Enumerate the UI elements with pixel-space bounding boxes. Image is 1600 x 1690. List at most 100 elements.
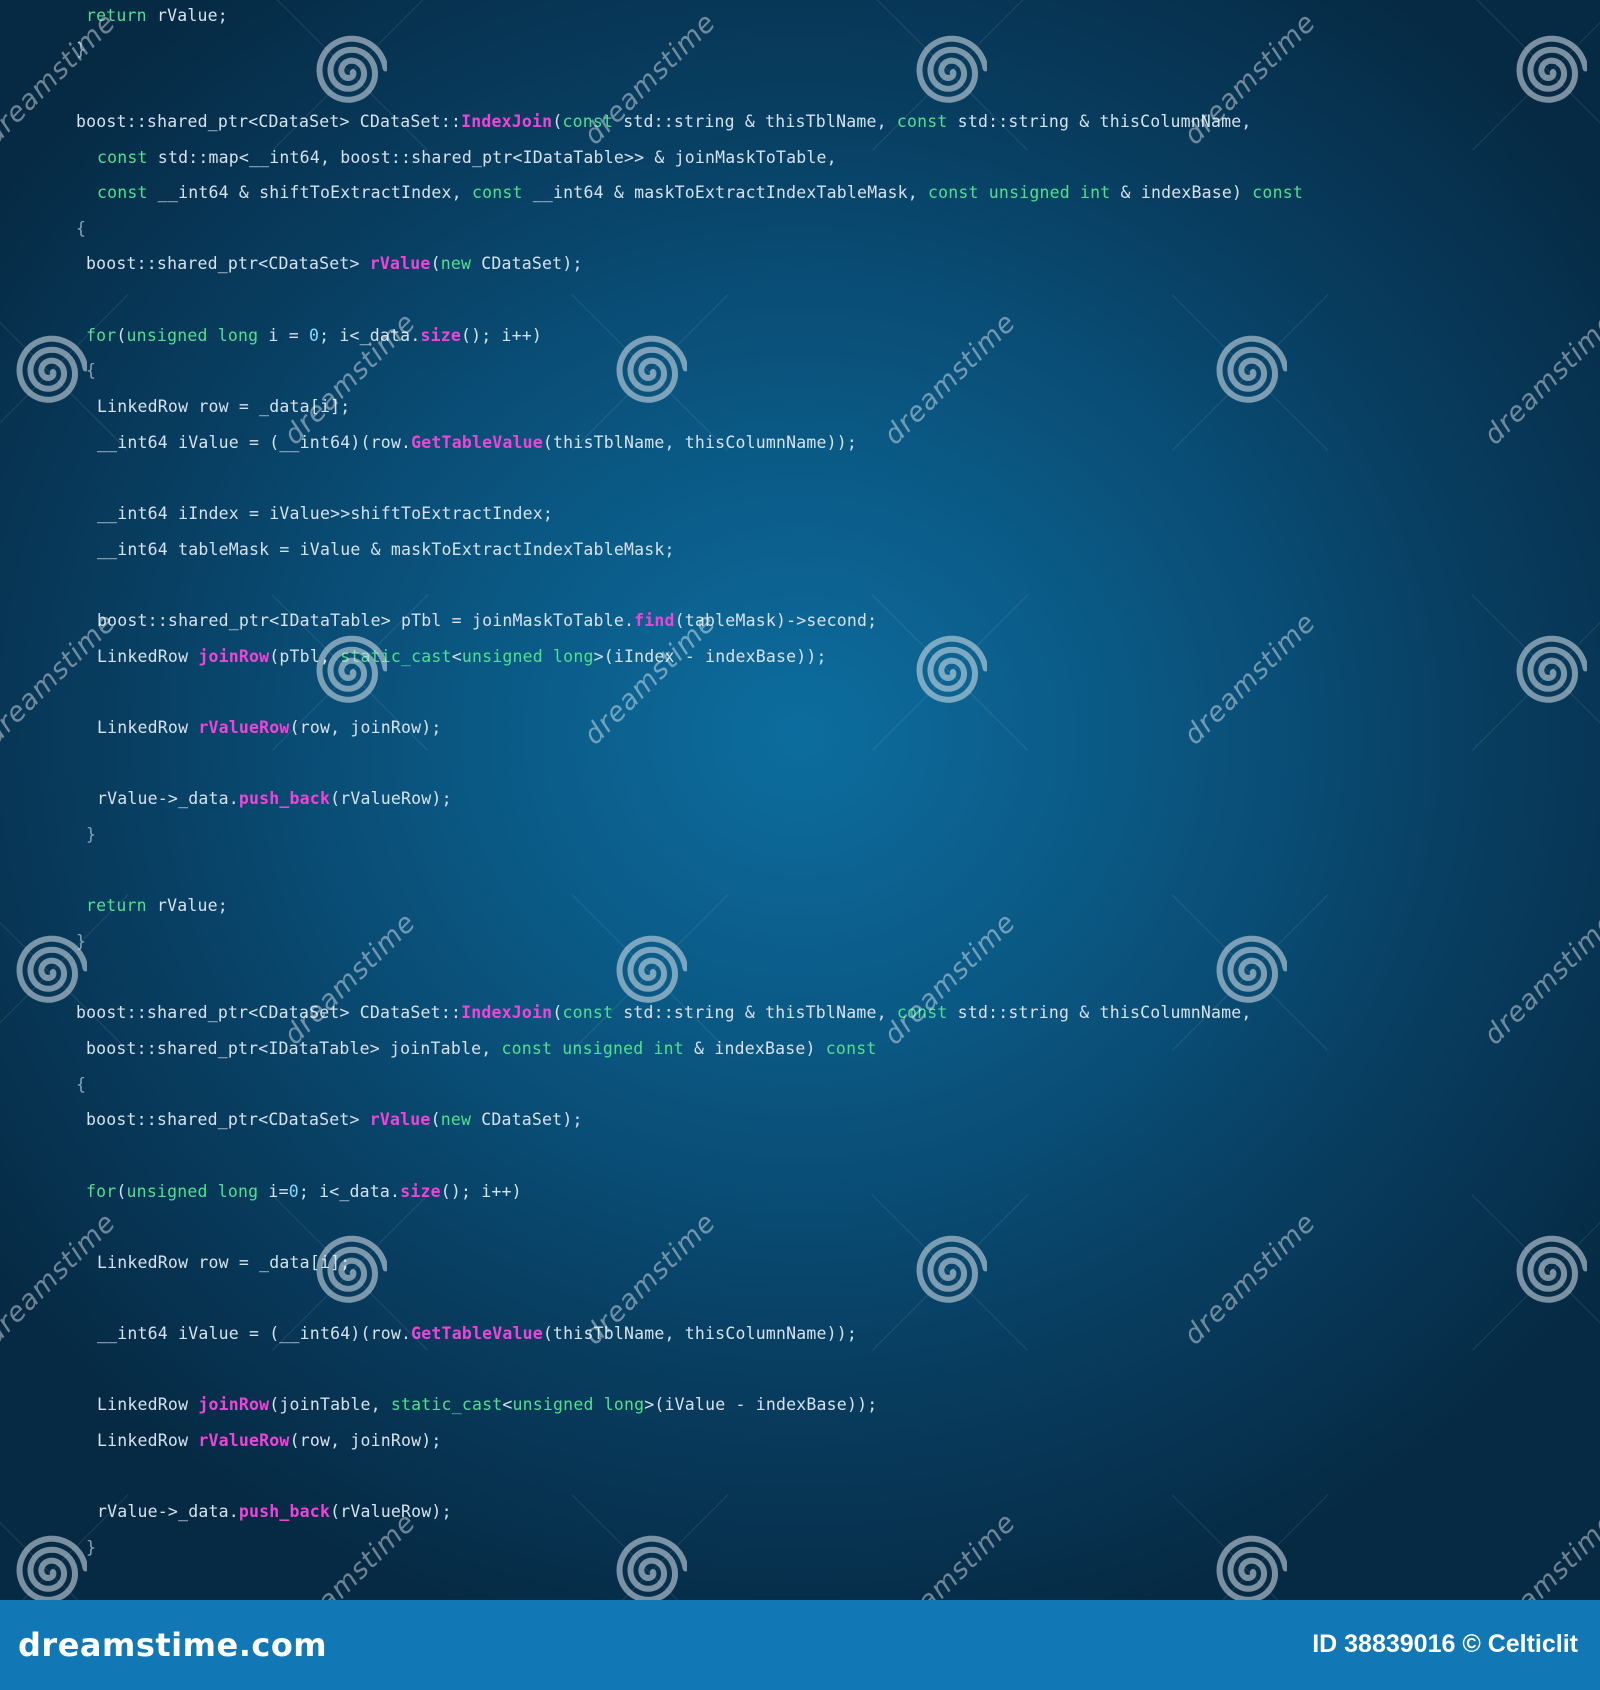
code-token: static_cast [340,647,452,666]
code-token: < [502,1395,513,1414]
code-line: return rValue; [86,896,228,916]
code-token: const [896,1003,948,1022]
code-line: boost::shared_ptr<IDataTable> joinTable,… [86,1039,876,1059]
code-token: } [76,932,87,951]
code-token: joinRow [198,1395,270,1414]
code-token: size [400,1182,441,1201]
code-token: const [471,183,523,202]
code-token: { [76,1075,87,1094]
code-token: LinkedRow [97,1431,199,1450]
code-token: std::string & thisColumnName, [947,1003,1252,1022]
code-token: (rValueRow); [330,789,452,808]
code-token: const [97,183,148,202]
code-token: const [562,1003,614,1022]
code-token: const unsigned int [501,1039,684,1058]
code-token: rValue->_data. [97,789,239,808]
code-line: boost::shared_ptr<IDataTable> pTbl = joi… [97,611,877,631]
code-token: CDataSet); [471,254,583,273]
footer-credit: ID 38839016 © Celticlit [1312,1630,1578,1658]
code-token: CDataSet); [471,1110,583,1129]
code-token: ( [552,1003,563,1022]
code-line: __int64 iIndex = iValue>>shiftToExtractI… [97,504,553,524]
code-token: LinkedRow [97,718,199,737]
code-token: LinkedRow [97,1395,199,1414]
code-token: LinkedRow row = _data[i]; [97,1253,351,1272]
code-token: new [440,1110,472,1129]
code-token: boost::shared_ptr<CDataSet> [86,1110,370,1129]
code-token: (joinTable, [269,1395,391,1414]
code-token: (pTbl, [269,647,341,666]
code-token: IndexJoin [461,112,553,131]
code-token: (thisTblName, thisColumnName)); [542,433,858,452]
code-token: __int64 iIndex = iValue>>shiftToExtractI… [97,504,554,523]
code-token: 0 [288,1182,299,1201]
code-line: __int64 iValue = (__int64)(row.GetTableV… [97,433,857,453]
code-token: i= [258,1182,289,1201]
code-token: __int64 & shiftToExtractIndex, [147,183,472,202]
code-token: ( [430,1110,441,1129]
code-token: & indexBase) [1110,183,1253,202]
code-token: __int64 iValue = (__int64)(row. [97,433,412,452]
code-token: ; i<_data. [319,326,421,345]
code-line: rValue->_data.push_back(rValueRow); [97,1502,452,1522]
code-token: boost::shared_ptr<CDataSet> [86,254,370,273]
code-token: >(iValue - indexBase)); [644,1395,878,1414]
code-token: ; i<_data. [298,1182,401,1201]
code-token: __int64 iValue = (__int64)(row. [97,1324,412,1343]
code-token: for [86,1182,117,1201]
code-token: push_back [238,789,331,808]
code-token: (thisTblName, thisColumnName)); [542,1324,858,1343]
code-line: for(unsigned long i = 0; i<_data.size();… [86,326,542,346]
code-background: return rValue;}boost::shared_ptr<CDataSe… [0,0,1600,1600]
code-token: rValue; [146,896,228,915]
code-token: (); i++) [461,326,543,345]
code-token: __int64 & maskToExtractIndexTableMask, [522,183,928,202]
code-token: unsigned long [126,326,259,345]
code-token: boost::shared_ptr<IDataTable> pTbl = joi… [97,611,635,630]
code-token: return [86,896,147,915]
code-token: } [76,40,87,59]
code-token: >(iIndex - indexBase)); [593,647,827,666]
code-token: rValue [369,254,431,273]
code-token: LinkedRow [97,647,199,666]
code-token: (row, joinRow); [289,718,442,737]
code-line: LinkedRow row = _data[i]; [97,397,350,417]
code-token: rValue->_data. [97,1502,239,1521]
code-line: __int64 iValue = (__int64)(row.GetTableV… [97,1324,857,1344]
code-token: } [86,1538,97,1557]
code-listing: return rValue;}boost::shared_ptr<CDataSe… [0,0,1600,1600]
code-token: size [420,326,461,345]
code-token: std::map<__int64, boost::shared_ptr<IDat… [147,148,837,167]
code-token: < [451,647,462,666]
code-token: std::string & thisTblName, [613,1003,897,1022]
code-token: unsigned long [461,647,594,666]
code-token: GetTableValue [411,1324,543,1343]
code-token: ( [552,112,563,131]
code-token: const [97,148,148,167]
code-token: (rValueRow); [330,1502,452,1521]
code-token: { [86,361,97,380]
code-token: 0 [308,326,320,345]
code-token: ( [116,326,127,345]
code-line: boost::shared_ptr<CDataSet> CDataSet::In… [76,1003,1252,1023]
code-line: LinkedRow joinRow(joinTable, static_cast… [97,1395,877,1415]
code-token: boost::shared_ptr<IDataTable> joinTable, [86,1039,502,1058]
code-token: (row, joinRow); [289,1431,442,1450]
code-line: { [86,361,96,381]
code-token: (tableMask)->second; [674,611,878,630]
code-token: find [634,611,675,630]
code-token: __int64 tableMask = iValue & maskToExtra… [97,540,675,559]
code-token: ( [116,1182,127,1201]
code-line: } [86,825,96,845]
code-line: } [76,932,86,952]
code-line: { [76,1075,86,1095]
code-token: (); i++) [440,1182,522,1201]
code-line: LinkedRow rValueRow(row, joinRow); [97,1431,442,1451]
code-line: } [86,1538,96,1558]
code-token: unsigned long [126,1182,259,1201]
code-token: static_cast [390,1395,503,1414]
code-token: unsigned long [512,1395,645,1414]
code-token: rValue [369,1110,431,1129]
code-token: new [440,254,472,273]
code-token: } [86,825,97,844]
